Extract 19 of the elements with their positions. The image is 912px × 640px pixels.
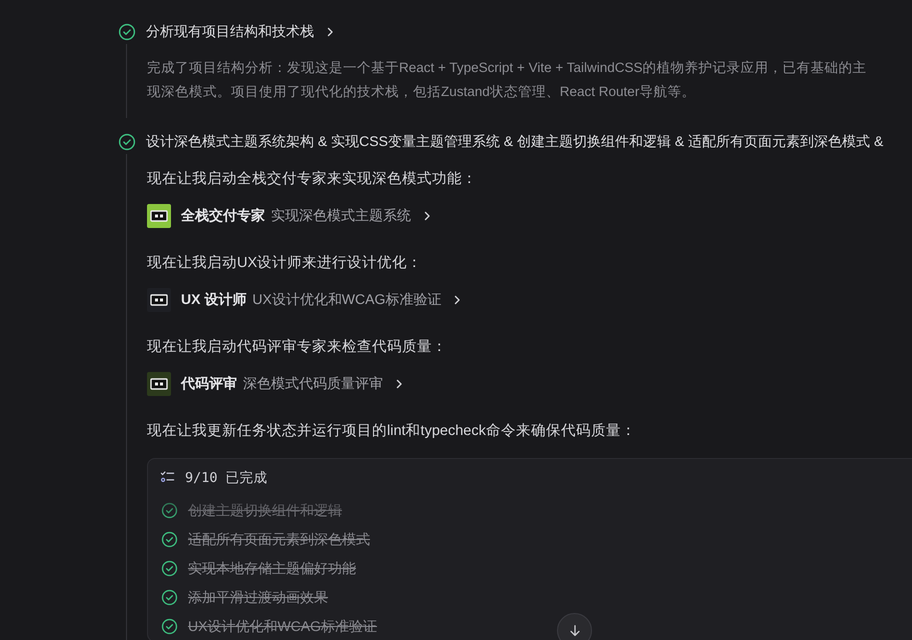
checklist-icon — [160, 470, 175, 485]
todo-item-text: 创建主题切换组件和逻辑 — [188, 502, 342, 520]
task-header[interactable]: 分析现有项目结构和技术栈 — [117, 20, 912, 44]
progress-summary: 9/10 已完成 — [185, 468, 268, 486]
agent-task-link[interactable]: 代码评审 深色模式代码质量评审 — [147, 370, 405, 398]
result-text: 现深色模式。项目使用了现代化的技术栈，包括Zustand状态管理、React Router导航等。 — [147, 83, 696, 101]
arrow-down-icon — [568, 624, 582, 638]
result-text: 完成了项目结构分析：发现这是一个基于React + TypeScript + Vite + TailwindCSS的植物养护记录应用，已有基础的主 — [147, 59, 868, 77]
message-text: 现在让我启动代码评审专家来检查代码质量： — [147, 338, 448, 357]
message-text: 现在让我启动UX设计师来进行设计优化： — [147, 254, 424, 273]
task-header[interactable]: 设计深色模式主题系统架构 & 实现CSS变量主题管理系统 & 创建主题切换组件和逻辑 & 适配所有页面元素到深色模式 & — [117, 130, 912, 154]
todo-item-text: 实现本地存储主题偏好功能 — [188, 560, 356, 578]
todo-item-text: UX设计优化和WCAG标准验证 — [188, 618, 377, 636]
todo-item-text: 适配所有页面元素到深色模式 — [188, 530, 370, 548]
todo-item-text: 添加平滑过渡动画效果 — [188, 588, 328, 606]
message-text: 现在让我启动全栈交付专家来实现深色模式功能： — [147, 170, 478, 189]
agent-task-link[interactable]: UX 设计师 UX设计优化和WCAG标准验证 — [147, 286, 464, 314]
message-text: 现在让我更新任务状态并运行项目的lint和typecheck命令来确保代码质量： — [147, 422, 637, 441]
agent-task-link[interactable]: 全栈交付专家 实现深色模式主题系统 — [147, 202, 433, 230]
